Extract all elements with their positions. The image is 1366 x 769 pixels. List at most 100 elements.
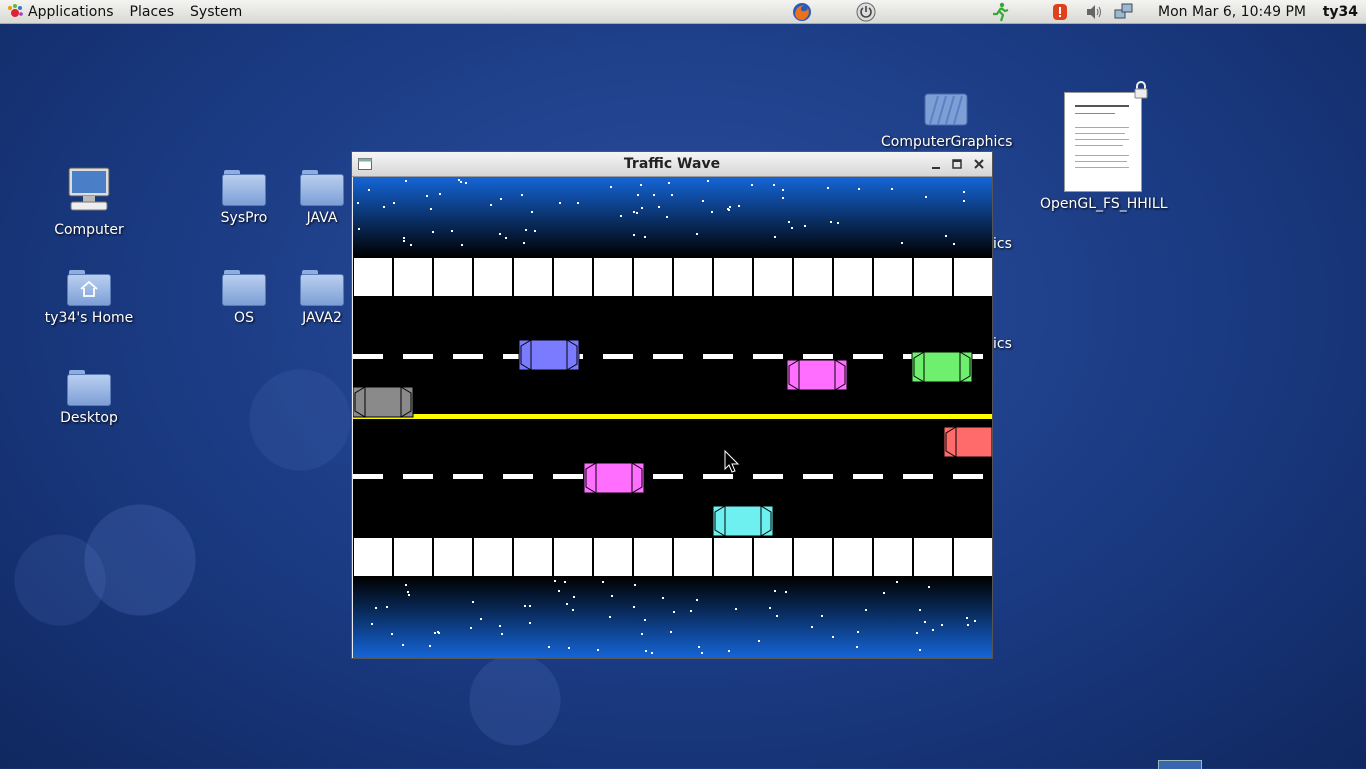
syspro-folder[interactable]: SysPro xyxy=(214,170,274,226)
star xyxy=(738,205,740,207)
computergraphics-label: ComputerGraphics xyxy=(881,134,1013,150)
star xyxy=(821,615,823,617)
star xyxy=(883,592,885,594)
star xyxy=(499,625,501,627)
firefox-icon[interactable] xyxy=(792,2,812,22)
star xyxy=(505,237,507,239)
system-menu[interactable]: System xyxy=(182,0,250,24)
star xyxy=(641,207,643,209)
star xyxy=(945,235,947,237)
volume-icon[interactable] xyxy=(1084,2,1104,22)
maximize-button[interactable] xyxy=(949,156,965,172)
computer-label: Computer xyxy=(54,222,124,238)
star xyxy=(963,191,965,193)
star xyxy=(668,182,670,184)
computer-desktop-icon[interactable]: Computer xyxy=(49,166,129,238)
lane-dash xyxy=(653,474,683,479)
curb-tile xyxy=(513,537,553,577)
star xyxy=(919,609,921,611)
java2-folder[interactable]: JAVA2 xyxy=(292,270,352,326)
star xyxy=(403,240,405,242)
java-folder[interactable]: JAVA xyxy=(292,170,352,226)
document-thumbnail-icon xyxy=(1064,92,1142,192)
star xyxy=(928,586,930,588)
star xyxy=(645,650,647,652)
star xyxy=(644,236,646,238)
running-man-icon[interactable] xyxy=(990,2,1010,22)
close-icon xyxy=(974,159,984,169)
curb-tile xyxy=(913,537,953,577)
star xyxy=(858,188,860,190)
star xyxy=(735,608,737,610)
star xyxy=(702,200,704,202)
star xyxy=(640,184,642,186)
star xyxy=(405,584,407,586)
star xyxy=(529,605,531,607)
star xyxy=(698,646,700,648)
alert-icon[interactable] xyxy=(1050,2,1070,22)
star xyxy=(558,590,560,592)
star xyxy=(696,233,698,235)
user-menu[interactable]: ty34 xyxy=(1323,0,1358,24)
syspro-label: SysPro xyxy=(220,210,268,226)
curb-tile xyxy=(793,537,833,577)
star xyxy=(751,184,753,186)
desktop-folder[interactable]: Desktop xyxy=(49,370,129,426)
lane-dash xyxy=(403,474,433,479)
star xyxy=(901,242,903,244)
home-folder-icon xyxy=(67,270,111,306)
star xyxy=(461,244,463,246)
star xyxy=(690,610,692,612)
star xyxy=(439,193,441,195)
applications-menu[interactable]: Applications xyxy=(0,0,122,24)
computergraphics-folder[interactable]: ComputerGraphics xyxy=(881,90,1013,150)
star xyxy=(375,607,377,609)
window-titlebar[interactable]: Traffic Wave xyxy=(352,152,992,177)
star xyxy=(782,197,784,199)
lane-dash xyxy=(753,354,783,359)
star xyxy=(782,189,784,191)
curb-tile xyxy=(593,257,633,297)
star xyxy=(426,195,428,197)
star xyxy=(405,180,407,182)
lane-dash xyxy=(803,354,833,359)
lane-dash xyxy=(353,354,383,359)
clock[interactable]: Mon Mar 6, 10:49 PM xyxy=(1158,0,1306,24)
curb-tile xyxy=(713,537,753,577)
minimize-button[interactable] xyxy=(928,156,944,172)
star xyxy=(460,181,462,183)
star xyxy=(776,615,778,617)
star xyxy=(609,616,611,618)
curb-tile xyxy=(833,537,873,577)
power-icon[interactable] xyxy=(856,2,876,22)
minimize-icon xyxy=(932,167,940,169)
curb-tile xyxy=(953,257,992,297)
lane-dash xyxy=(703,474,733,479)
traffic-canvas[interactable] xyxy=(353,177,992,658)
star xyxy=(728,209,730,211)
star xyxy=(432,231,434,233)
star xyxy=(925,196,927,198)
applications-label: Applications xyxy=(28,3,114,20)
star xyxy=(924,621,926,623)
star xyxy=(974,620,976,622)
network-icon[interactable] xyxy=(1114,2,1134,22)
star xyxy=(941,624,943,626)
folder-icon xyxy=(222,170,266,206)
traffic-wave-window[interactable]: Traffic Wave xyxy=(351,151,993,659)
star xyxy=(357,202,359,204)
star xyxy=(919,649,921,651)
star xyxy=(566,603,568,605)
close-button[interactable] xyxy=(971,156,987,172)
star xyxy=(568,647,570,649)
curb-tile xyxy=(873,537,913,577)
top-panel: Applications Places System Mon Mar 6, 10… xyxy=(0,0,1366,24)
star xyxy=(521,194,523,196)
home-folder[interactable]: ty34's Home xyxy=(39,270,139,326)
star xyxy=(480,618,482,620)
places-menu[interactable]: Places xyxy=(122,0,183,24)
os-folder[interactable]: OS xyxy=(214,270,274,326)
opengl-document[interactable]: OpenGL_FS_HHILL xyxy=(1040,80,1168,212)
star xyxy=(856,646,858,648)
star xyxy=(967,624,969,626)
